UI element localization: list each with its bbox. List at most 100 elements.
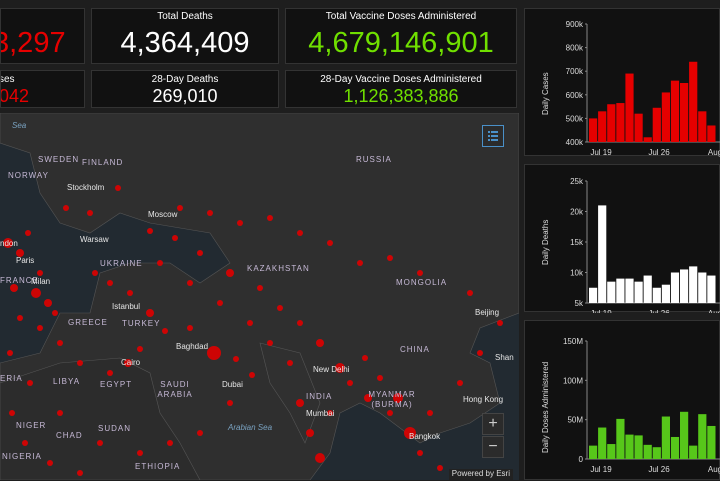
case-dot[interactable] xyxy=(197,250,203,256)
daily-deaths-chart[interactable]: 5k 10k 15k 20k 25k Jul 19 Jul 26 Aug xyxy=(525,165,720,313)
chart-bar[interactable] xyxy=(670,272,680,304)
case-dot[interactable] xyxy=(257,285,263,291)
case-dot[interactable] xyxy=(10,284,18,292)
case-dot[interactable] xyxy=(167,440,173,446)
case-dot[interactable] xyxy=(31,288,41,298)
case-dot[interactable] xyxy=(25,230,31,236)
chart-bar[interactable] xyxy=(661,284,670,303)
case-dot[interactable] xyxy=(217,300,223,306)
legend-button[interactable] xyxy=(482,125,504,147)
case-dot[interactable] xyxy=(52,310,58,316)
chart-bar[interactable] xyxy=(689,445,698,459)
case-dot[interactable] xyxy=(237,220,243,226)
case-dot[interactable] xyxy=(27,380,33,386)
zoom-out-button[interactable]: − xyxy=(482,436,504,458)
case-dot[interactable] xyxy=(17,315,23,321)
case-dot[interactable] xyxy=(44,299,52,307)
case-dot[interactable] xyxy=(296,399,304,407)
case-dot[interactable] xyxy=(162,328,168,334)
chart-bar[interactable] xyxy=(634,281,643,303)
chart-bar[interactable] xyxy=(698,111,707,142)
chart-bar[interactable] xyxy=(625,73,634,142)
chart-bar[interactable] xyxy=(598,427,607,459)
daily-doses-chart[interactable]: 0 50M 100M 150M Jul 19 Jul 26 Aug xyxy=(525,321,720,481)
chart-bar[interactable] xyxy=(680,83,689,142)
case-dot[interactable] xyxy=(57,340,63,346)
case-dot[interactable] xyxy=(457,380,463,386)
case-dot[interactable] xyxy=(107,280,113,286)
chart-bar[interactable] xyxy=(607,281,616,303)
case-dot[interactable] xyxy=(146,309,154,317)
chart-bar[interactable] xyxy=(689,266,698,303)
case-dot[interactable] xyxy=(267,215,273,221)
case-dot[interactable] xyxy=(177,205,183,211)
chart-bar[interactable] xyxy=(652,447,661,459)
case-dot[interactable] xyxy=(207,210,213,216)
case-dot[interactable] xyxy=(306,429,314,437)
case-dot[interactable] xyxy=(207,346,221,360)
chart-bar[interactable] xyxy=(598,111,607,142)
chart-bar[interactable] xyxy=(643,444,652,459)
chart-bar[interactable] xyxy=(652,107,661,142)
case-dot[interactable] xyxy=(247,320,253,326)
chart-bar[interactable] xyxy=(670,436,680,459)
chart-bar[interactable] xyxy=(670,80,680,142)
case-dot[interactable] xyxy=(357,260,363,266)
case-dot[interactable] xyxy=(147,228,153,234)
case-dot[interactable] xyxy=(377,375,383,381)
case-dot[interactable] xyxy=(157,260,163,266)
case-dot[interactable] xyxy=(277,305,283,311)
case-dot[interactable] xyxy=(57,410,63,416)
case-dot[interactable] xyxy=(172,235,178,241)
case-dot[interactable] xyxy=(417,450,423,456)
chart-bar[interactable] xyxy=(652,287,661,303)
case-dot[interactable] xyxy=(249,372,255,378)
chart-bar[interactable] xyxy=(707,425,716,459)
chart-bar[interactable] xyxy=(607,104,616,142)
case-dot[interactable] xyxy=(315,453,325,463)
case-dot[interactable] xyxy=(97,440,103,446)
case-dot[interactable] xyxy=(287,360,293,366)
case-dot[interactable] xyxy=(387,255,393,261)
case-dot[interactable] xyxy=(77,360,83,366)
chart-bar[interactable] xyxy=(589,445,598,459)
chart-bar[interactable] xyxy=(680,411,689,459)
case-dot[interactable] xyxy=(47,460,53,466)
chart-bar[interactable] xyxy=(616,418,625,459)
case-dot[interactable] xyxy=(197,430,203,436)
case-dot[interactable] xyxy=(417,270,423,276)
chart-bar[interactable] xyxy=(680,269,689,303)
case-dot[interactable] xyxy=(387,410,393,416)
daily-cases-chart[interactable]: 400k 500k 600k 700k 800k 900k Jul 19 Jul 26 Aug xyxy=(525,9,720,157)
case-dot[interactable] xyxy=(87,210,93,216)
chart-bar[interactable] xyxy=(634,435,643,459)
case-dot[interactable] xyxy=(137,346,143,352)
case-dot[interactable] xyxy=(316,339,324,347)
chart-bar[interactable] xyxy=(625,278,634,303)
case-dot[interactable] xyxy=(297,320,303,326)
case-dot[interactable] xyxy=(107,370,113,376)
case-dot[interactable] xyxy=(127,290,133,296)
case-dot[interactable] xyxy=(22,440,28,446)
chart-bar[interactable] xyxy=(589,118,598,142)
chart-bar[interactable] xyxy=(598,205,607,303)
chart-bar[interactable] xyxy=(616,278,625,303)
case-dot[interactable] xyxy=(63,205,69,211)
case-dot[interactable] xyxy=(327,240,333,246)
case-dot[interactable] xyxy=(477,350,483,356)
chart-bar[interactable] xyxy=(689,61,698,143)
case-dot[interactable] xyxy=(427,410,433,416)
chart-bar[interactable] xyxy=(643,137,652,142)
chart-bar[interactable] xyxy=(698,414,707,459)
chart-bar[interactable] xyxy=(589,287,598,303)
case-dot[interactable] xyxy=(187,280,193,286)
case-dot[interactable] xyxy=(267,340,273,346)
case-dot[interactable] xyxy=(115,185,121,191)
world-map[interactable]: Sea Arabian Sea SWEDEN FINLAND NORWAY RU… xyxy=(0,113,519,480)
case-dot[interactable] xyxy=(226,269,234,277)
chart-bar[interactable] xyxy=(698,272,707,304)
case-dot[interactable] xyxy=(9,410,15,416)
chart-bar[interactable] xyxy=(707,275,716,303)
case-dot[interactable] xyxy=(77,470,83,476)
chart-bar[interactable] xyxy=(607,444,616,459)
